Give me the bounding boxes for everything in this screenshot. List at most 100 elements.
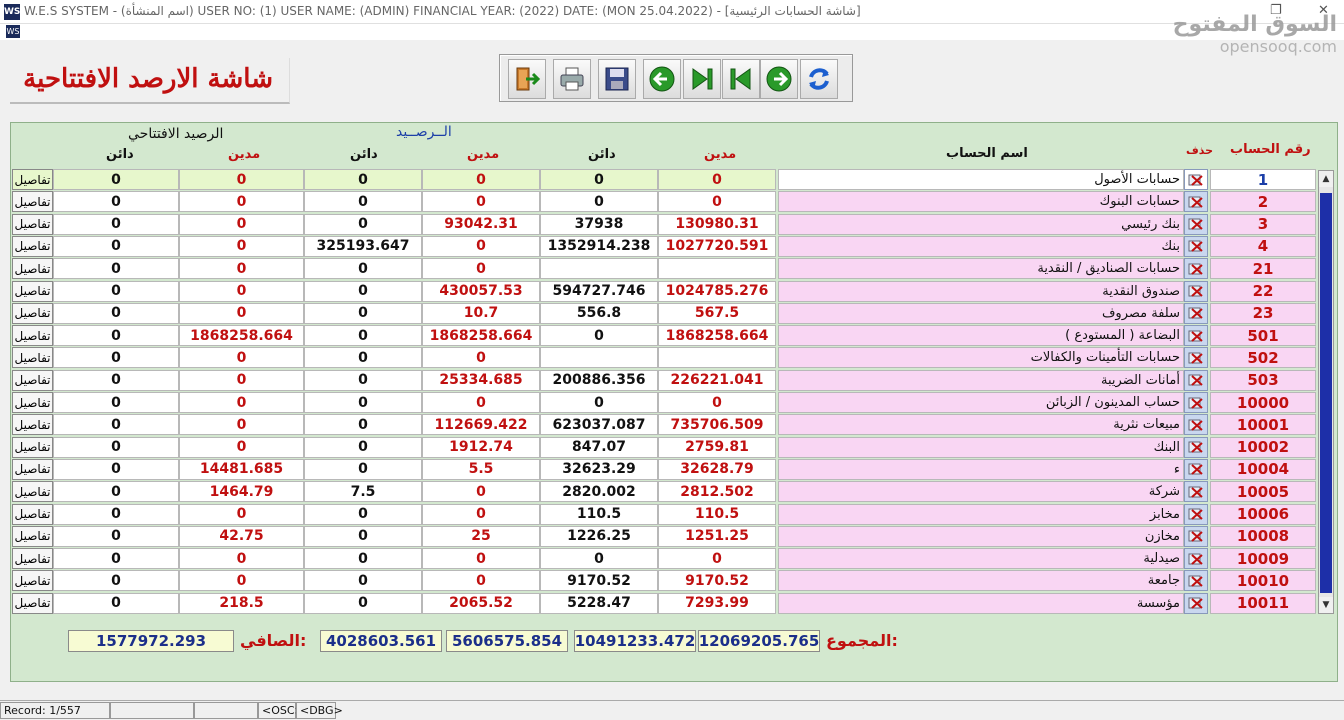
refresh-button[interactable] (800, 59, 838, 99)
amount-cell[interactable]: 112669.422 (422, 414, 540, 436)
account-name-cell[interactable]: البضاعة ( المستودع ) (778, 325, 1184, 347)
vertical-scrollbar[interactable]: ▲ ▼ (1318, 170, 1334, 614)
amount-cell[interactable]: 2065.52 (422, 592, 540, 614)
account-name-cell[interactable]: مخابز (778, 503, 1184, 525)
amount-cell[interactable]: 25 (422, 525, 540, 547)
delete-button[interactable] (1184, 592, 1208, 614)
scroll-up-icon[interactable]: ▲ (1319, 171, 1333, 187)
account-number-cell[interactable]: 503 (1210, 369, 1316, 391)
amount-cell[interactable]: 2820.002 (540, 481, 658, 503)
amount-cell[interactable]: 0 (53, 191, 179, 213)
amount-cell[interactable]: 0 (540, 169, 658, 190)
table-row[interactable]: تفاصيل 0 0 0 25334.685 200886.356 226221.041 أم… (12, 369, 1318, 392)
amount-cell[interactable]: 1868258.664 (179, 325, 304, 347)
forward-button[interactable] (760, 59, 798, 99)
details-button[interactable]: تفاصيل (12, 280, 53, 302)
amount-cell[interactable]: 0 (422, 347, 540, 369)
amount-cell[interactable]: 1464.79 (179, 481, 304, 503)
amount-cell[interactable]: 110.5 (540, 503, 658, 525)
account-number-cell[interactable]: 502 (1210, 347, 1316, 369)
account-number-cell[interactable]: 10001 (1210, 414, 1316, 436)
table-row[interactable]: تفاصيل 0 0 0 430057.53 594727.746 1024785.276 ص… (12, 280, 1318, 303)
delete-button[interactable] (1184, 302, 1208, 324)
amount-cell[interactable]: 1251.25 (658, 525, 776, 547)
amount-cell[interactable] (540, 347, 658, 369)
delete-button[interactable] (1184, 414, 1208, 436)
amount-cell[interactable]: 1226.25 (540, 525, 658, 547)
amount-cell[interactable]: 200886.356 (540, 369, 658, 391)
table-row[interactable]: تفاصيل 0 0 0 1912.74 847.07 2759.81 البنك 10002 (12, 436, 1318, 459)
amount-cell[interactable]: 0 (179, 213, 304, 235)
table-row[interactable]: تفاصيل 0 0 0 112669.422 623037.087 735706.509 م… (12, 414, 1318, 436)
amount-cell[interactable]: 7.5 (304, 481, 422, 503)
account-number-cell[interactable]: 10004 (1210, 458, 1316, 480)
amount-cell[interactable]: 0 (53, 392, 179, 413)
account-name-cell[interactable]: مؤسسة (778, 592, 1184, 614)
amount-cell[interactable]: 0 (422, 503, 540, 525)
amount-cell[interactable]: 7293.99 (658, 592, 776, 614)
delete-button[interactable] (1184, 347, 1208, 369)
table-row[interactable]: تفاصيل 0 42.75 0 25 1226.25 1251.25 مخازن 10008 (12, 525, 1318, 548)
amount-cell[interactable]: 0 (179, 392, 304, 413)
delete-button[interactable] (1184, 548, 1208, 570)
amount-cell[interactable]: 0 (304, 392, 422, 413)
amount-cell[interactable]: 0 (53, 503, 179, 525)
details-button[interactable]: تفاصيل (12, 369, 53, 391)
delete-button[interactable] (1184, 213, 1208, 235)
amount-cell[interactable]: 0 (304, 169, 422, 190)
amount-cell[interactable]: 0 (53, 258, 179, 280)
amount-cell[interactable]: 623037.087 (540, 414, 658, 436)
delete-button[interactable] (1184, 436, 1208, 458)
details-button[interactable]: تفاصيل (12, 570, 53, 592)
amount-cell[interactable]: 0 (53, 570, 179, 592)
table-row[interactable]: تفاصيل 0 0 0 0 0 0 حسابات الأصول 1 (12, 169, 1318, 191)
account-number-cell[interactable]: 10009 (1210, 548, 1316, 570)
scroll-thumb[interactable] (1320, 193, 1332, 593)
account-name-cell[interactable]: حساب المدينون / الزبائن (778, 392, 1184, 413)
account-name-cell[interactable]: صندوق النقدية (778, 280, 1184, 302)
amount-cell[interactable]: 0 (304, 258, 422, 280)
exit-button[interactable] (508, 59, 546, 99)
amount-cell[interactable]: 25334.685 (422, 369, 540, 391)
amount-cell[interactable]: 0 (422, 392, 540, 413)
account-name-cell[interactable]: شركة (778, 481, 1184, 503)
amount-cell[interactable]: 5228.47 (540, 592, 658, 614)
account-name-cell[interactable]: ء (778, 458, 1184, 480)
amount-cell[interactable]: 0 (304, 458, 422, 480)
amount-cell[interactable]: 0 (179, 436, 304, 458)
amount-cell[interactable]: 0 (179, 302, 304, 324)
amount-cell[interactable]: 0 (540, 325, 658, 347)
amount-cell[interactable]: 0 (304, 503, 422, 525)
amount-cell[interactable]: 0 (658, 548, 776, 570)
account-name-cell[interactable]: بنك (778, 235, 1184, 257)
amount-cell[interactable]: 218.5 (179, 592, 304, 614)
amount-cell[interactable]: 0 (179, 280, 304, 302)
amount-cell[interactable]: 0 (53, 481, 179, 503)
amount-cell[interactable]: 0 (304, 325, 422, 347)
details-button[interactable]: تفاصيل (12, 191, 53, 213)
amount-cell[interactable]: 430057.53 (422, 280, 540, 302)
account-number-cell[interactable]: 10010 (1210, 570, 1316, 592)
amount-cell[interactable]: 594727.746 (540, 280, 658, 302)
amount-cell[interactable]: 0 (53, 213, 179, 235)
account-name-cell[interactable]: حسابات البنوك (778, 191, 1184, 213)
amount-cell[interactable] (658, 258, 776, 280)
amount-cell[interactable]: 0 (540, 191, 658, 213)
amount-cell[interactable]: 0 (53, 280, 179, 302)
amount-cell[interactable]: 0 (179, 191, 304, 213)
account-name-cell[interactable]: صيدلية (778, 548, 1184, 570)
amount-cell[interactable]: 0 (53, 169, 179, 190)
amount-cell[interactable]: 0 (422, 191, 540, 213)
amount-cell[interactable]: 0 (422, 258, 540, 280)
amount-cell[interactable]: 9170.52 (658, 570, 776, 592)
account-name-cell[interactable]: أمانات الضريبة (778, 369, 1184, 391)
amount-cell[interactable]: 1868258.664 (658, 325, 776, 347)
amount-cell[interactable]: 226221.041 (658, 369, 776, 391)
amount-cell[interactable]: 0 (422, 481, 540, 503)
amount-cell[interactable]: 1027720.591 (658, 235, 776, 257)
table-row[interactable]: تفاصيل 0 0 325193.647 0 1352914.238 1027720.59… (12, 235, 1318, 258)
amount-cell[interactable]: 0 (304, 525, 422, 547)
delete-button[interactable] (1184, 258, 1208, 280)
account-name-cell[interactable]: جامعة (778, 570, 1184, 592)
amount-cell[interactable]: 0 (53, 302, 179, 324)
